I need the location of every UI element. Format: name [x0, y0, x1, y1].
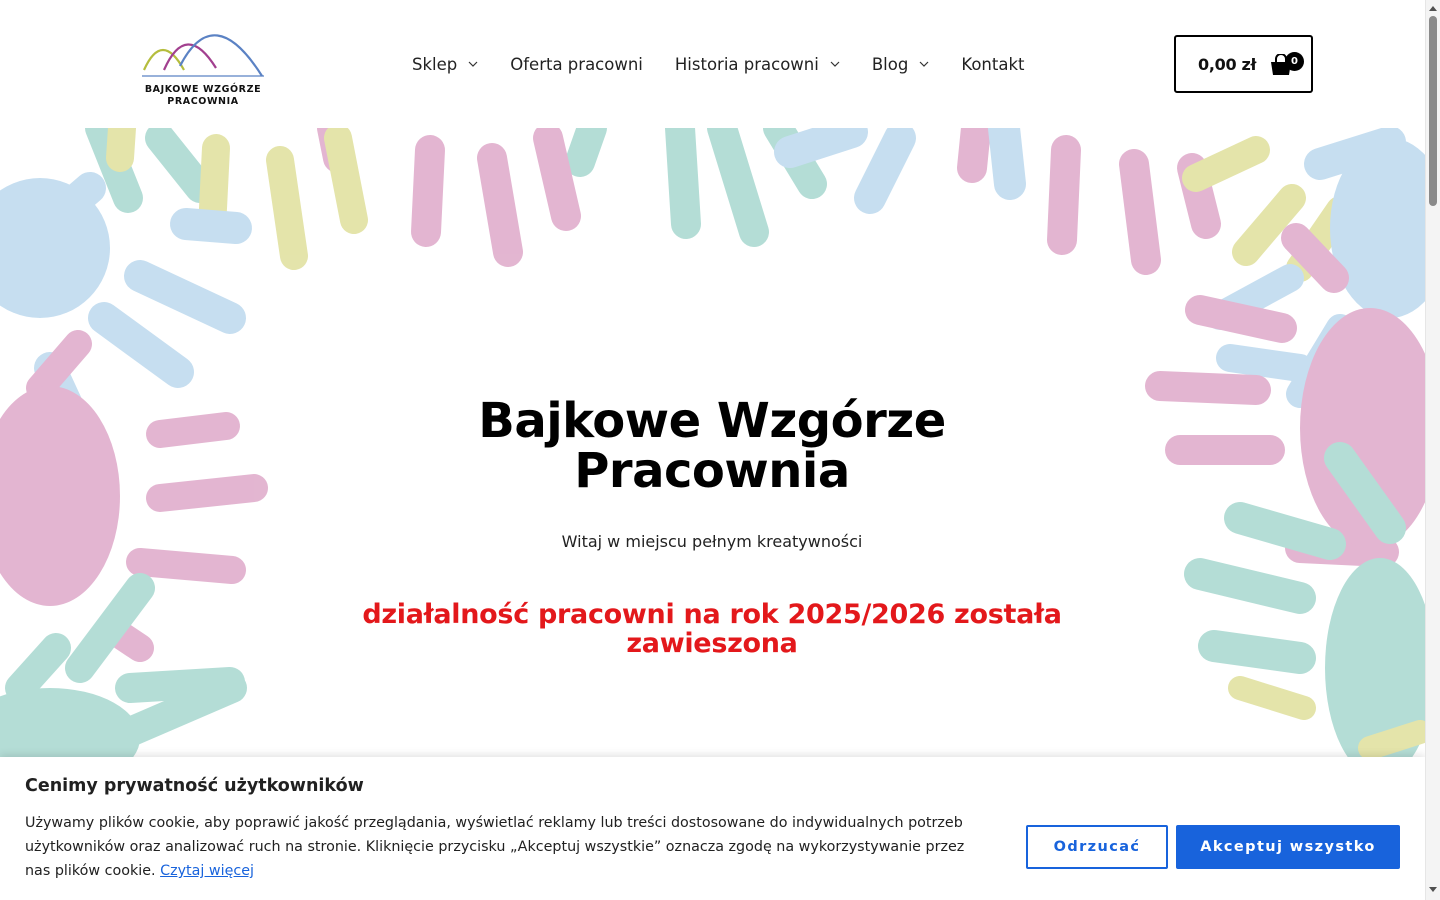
nav-item-label: Blog [871, 54, 909, 74]
cart-count-badge: 0 [1285, 52, 1304, 71]
cookie-description: Używamy plików cookie, aby poprawić jako… [25, 811, 985, 883]
chevron-down-icon [919, 61, 929, 67]
cookie-consent-banner: Cenimy prywatność użytkowników Używamy p… [0, 757, 1425, 900]
nav-item-historia-pracowni[interactable]: Historia pracowni [675, 55, 840, 74]
suspension-notice: działalność pracowni na rok 2025/2026 zo… [362, 600, 1062, 658]
scroll-up-arrow-icon[interactable] [1429, 6, 1437, 11]
scroll-down-arrow-icon[interactable] [1429, 887, 1437, 892]
hero-section: Bajkowe Wzgórze Pracownia Witaj w miejsc… [0, 128, 1425, 768]
chevron-down-icon [830, 61, 840, 67]
logo-text-line1: BAJKOWE WZGÓRZE [144, 84, 262, 95]
cart-button[interactable]: 0,00 zł 0 [1174, 35, 1313, 93]
hero-title-line2: Pracownia [574, 443, 850, 499]
read-more-link[interactable]: Czytaj więcej [160, 863, 254, 879]
chevron-down-icon [468, 61, 478, 67]
notice-line2: zawieszona [626, 628, 798, 659]
notice-line1: działalność pracowni na rok 2025/2026 zo… [362, 599, 1062, 630]
cookie-title: Cenimy prywatność użytkowników [25, 776, 364, 796]
hero-title: Bajkowe Wzgórze Pracownia [362, 396, 1062, 496]
cart-total: 0,00 zł [1198, 54, 1257, 74]
reject-cookies-button[interactable]: Odrzucać [1026, 825, 1168, 869]
logo-text-line2: PRACOWNIA [167, 96, 239, 107]
page-scrollbar[interactable] [1425, 0, 1440, 900]
scrollbar-thumb[interactable] [1429, 16, 1437, 206]
nav-item-kontakt[interactable]: Kontakt [961, 55, 1024, 74]
accept-all-cookies-button[interactable]: Akceptuj wszystko [1176, 825, 1400, 869]
hero-subtitle: Witaj w miejscu pełnym kreatywności [561, 532, 863, 551]
nav-item-label: Historia pracowni [674, 54, 819, 74]
site-header: BAJKOWE WZGÓRZE PRACOWNIA Sklep Oferta p… [0, 0, 1425, 128]
main-navigation: Sklep Oferta pracowni Historia pracowni … [412, 52, 1024, 76]
logo-arches-icon [142, 34, 264, 77]
nav-item-label: Kontakt [961, 54, 1025, 74]
nav-item-label: Sklep [412, 54, 458, 74]
nav-item-oferta-pracowni[interactable]: Oferta pracowni [510, 55, 643, 74]
site-logo[interactable]: BAJKOWE WZGÓRZE PRACOWNIA [140, 22, 266, 108]
nav-item-blog[interactable]: Blog [872, 55, 929, 74]
nav-item-sklep[interactable]: Sklep [412, 55, 478, 74]
nav-item-label: Oferta pracowni [510, 54, 643, 74]
hero-title-line1: Bajkowe Wzgórze [478, 393, 946, 449]
